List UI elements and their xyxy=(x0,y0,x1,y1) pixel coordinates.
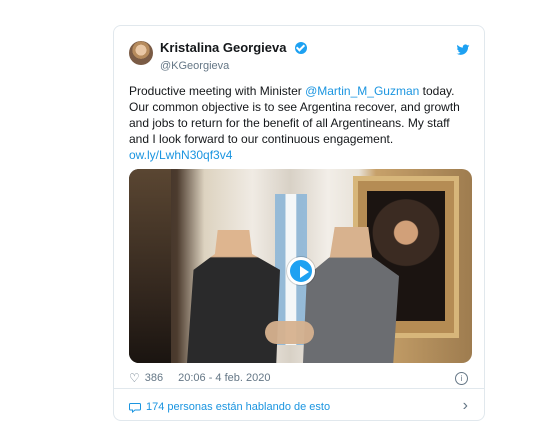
twitter-bird-icon[interactable] xyxy=(456,43,470,57)
play-icon[interactable] xyxy=(287,257,315,285)
conversation-text[interactable]: 174 personas están hablando de esto xyxy=(146,401,330,413)
like-count[interactable]: 386 xyxy=(145,372,163,384)
tweet-text: Productive meeting with Minister @Martin… xyxy=(129,83,468,163)
tweet-url-link[interactable]: ow.ly/LwhN30qf3v4 xyxy=(129,148,232,162)
video-media[interactable] xyxy=(129,169,472,363)
door-image xyxy=(129,169,171,363)
verified-badge-icon xyxy=(294,42,307,54)
tweet-text-part: Productive meeting with Minister xyxy=(129,84,306,98)
tweet-card[interactable]: Kristalina Georgieva @KGeorgieva Product… xyxy=(113,25,485,421)
author-avatar[interactable] xyxy=(129,41,153,65)
comment-icon xyxy=(129,402,141,413)
author-info: Kristalina Georgieva @KGeorgieva xyxy=(160,40,307,73)
conversation-link[interactable]: 174 personas están hablando de esto › xyxy=(129,398,468,415)
handshake-image xyxy=(265,321,314,344)
author-handle[interactable]: @KGeorgieva xyxy=(160,59,307,73)
author-name[interactable]: Kristalina Georgieva xyxy=(160,40,286,56)
info-icon[interactable]: i xyxy=(455,372,468,385)
heart-icon[interactable]: ♡ xyxy=(129,371,140,385)
divider xyxy=(114,388,484,389)
chevron-right-icon[interactable]: › xyxy=(463,398,468,414)
tweet-timestamp[interactable]: 20:06 - 4 feb. 2020 xyxy=(178,372,270,384)
man-figure-image xyxy=(187,230,280,363)
mention-link[interactable]: @Martin_M_Guzman xyxy=(305,84,419,98)
tweet-meta: ♡ 386 20:06 - 4 feb. 2020 i xyxy=(129,369,468,387)
